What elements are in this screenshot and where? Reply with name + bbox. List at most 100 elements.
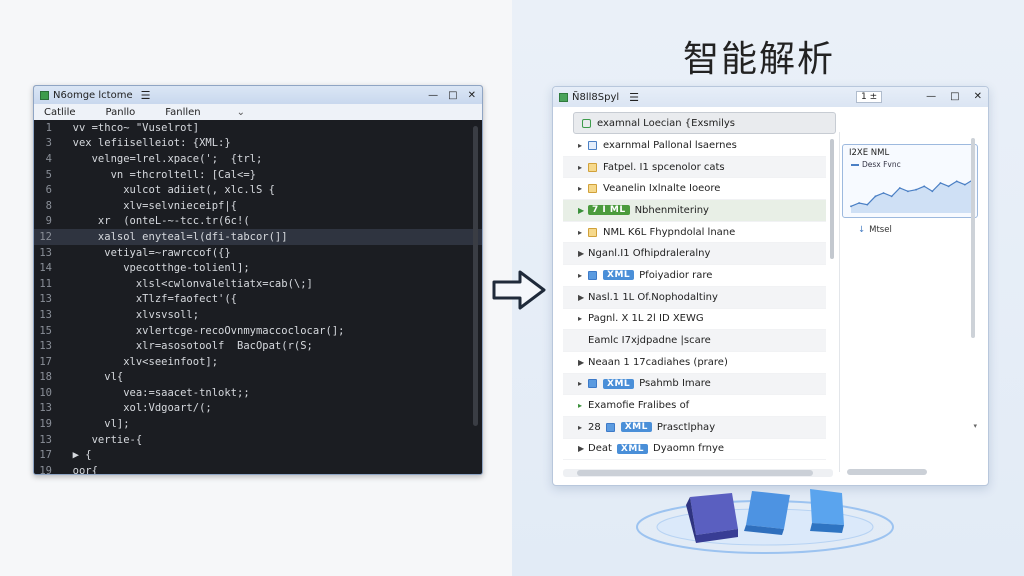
hamburger-menu-icon[interactable]: ☰ — [141, 89, 151, 102]
tree-row[interactable]: ▸ XML Pfoiyadior rare — [563, 265, 826, 287]
code-line[interactable]: 11 xlsl<cwlonvaleltiatx=cab(\;] — [34, 276, 482, 292]
code-line[interactable]: 19 vl]; — [34, 416, 482, 432]
menu-item[interactable]: Fanllen — [165, 107, 200, 118]
code-line[interactable]: 6 xulcot adiiet(, xlc.lS { — [34, 182, 482, 198]
chart-point — [915, 188, 917, 191]
expand-toggle-icon[interactable]: ▸ — [578, 228, 588, 237]
line-number: 10 — [39, 386, 52, 399]
chart-point — [931, 190, 934, 193]
code-text: xlvsvsoll; — [60, 308, 200, 321]
chart-footer: ↓ Mtsel — [858, 225, 892, 235]
code-line[interactable]: 17 ▶ { — [34, 447, 482, 463]
code-line[interactable]: 12 xalsol enyteal=l(dfi-tabcor(]] — [34, 229, 482, 245]
maximize-button[interactable]: □ — [448, 90, 457, 101]
code-line[interactable]: 5 vn =thcroltell: [Cal<=} — [34, 167, 482, 183]
tree-row[interactable]: ▶ 7 I ML Nbhenmiteriny — [563, 200, 826, 222]
chart-area-fill — [851, 179, 973, 213]
code-text: xvlertcge-recoOvnmymaccoclocar(]; — [60, 324, 345, 337]
pane-splitter[interactable] — [829, 137, 835, 467]
close-button[interactable]: ✕ — [974, 91, 982, 103]
chevron-down-icon[interactable]: ⌄ — [237, 107, 245, 118]
tree-row-label: Nbhenmiteriny — [634, 204, 709, 216]
code-line[interactable]: 18 vl{ — [34, 370, 482, 386]
line-number: 13 — [39, 293, 52, 306]
element-icon — [588, 379, 597, 389]
code-line[interactable]: 14 vpecotthge-tolienl]; — [34, 260, 482, 276]
tree-row-label: Psahmb Imare — [639, 378, 711, 390]
expand-toggle-icon[interactable]: ▸ — [578, 401, 588, 410]
minimize-button[interactable]: — — [428, 90, 438, 101]
tree-row[interactable]: ▸ Pagnl. X 1L 2l ID XEWG — [563, 309, 826, 331]
data-blocks-illustration — [636, 489, 894, 554]
code-line[interactable]: 8 xlv=selvnieceipf|{ — [34, 198, 482, 214]
expand-toggle-icon[interactable]: ▶ — [578, 293, 588, 302]
menu-item[interactable]: Panllo — [106, 107, 136, 118]
line-number: 13 — [39, 246, 52, 259]
horizontal-scrollbar[interactable] — [841, 469, 971, 477]
code-line[interactable]: 13 vertie-{ — [34, 432, 482, 448]
element-icon — [588, 270, 597, 280]
menu-item[interactable]: Catlile — [44, 107, 76, 118]
code-line[interactable]: 13 xol:Vdgoart/(; — [34, 401, 482, 417]
code-line[interactable]: 17 xlv<seeinfoot]; — [34, 354, 482, 370]
expand-toggle-icon[interactable]: ▶ — [578, 206, 588, 215]
tree-row[interactable]: ▸ Fatpel. I1 spcenolor cats — [563, 156, 826, 179]
line-number: 4 — [45, 152, 52, 165]
expand-toggle-icon[interactable]: ▸ — [578, 141, 588, 150]
tree-row[interactable]: ▶ Nganl.I1 Ofhipdraleralny — [563, 243, 826, 266]
code-text: oor{ — [60, 464, 98, 475]
minimize-button[interactable]: — — [926, 91, 936, 103]
code-line[interactable]: 15 xvlertcge-recoOvnmymaccoclocar(]; — [34, 323, 482, 339]
code-line[interactable]: 19 oor{ — [34, 463, 482, 475]
tree-row[interactable]: ▸ NML K6L Fhypndolal lnane — [563, 222, 826, 244]
tree-row[interactable]: ▸ Examofie Fralibes of — [563, 395, 826, 417]
horizontal-scrollbar[interactable] — [563, 469, 833, 477]
expand-toggle-icon[interactable]: ▸ — [578, 271, 588, 280]
chart-point — [850, 205, 852, 208]
code-line[interactable]: 13 xlr=asosotoolf BacOpat(r(S; — [34, 338, 482, 354]
expand-toggle-icon[interactable]: ▶ — [578, 444, 588, 453]
tree-row[interactable]: ▸ 28 XML Prasctlphay — [563, 416, 826, 439]
code-line[interactable]: 10 vea:=saacet-tnlokt;; — [34, 385, 482, 401]
tree-row[interactable]: ▶ Neaan 1 17cadiahes (prare) — [563, 352, 826, 374]
viewer-titlebar: Ñ8ll8Spyl ☰ 1 ± — □ ✕ — [553, 87, 988, 107]
hamburger-menu-icon[interactable]: ☰ — [629, 91, 639, 104]
expand-toggle-icon[interactable]: ▸ — [578, 314, 588, 323]
tree-row[interactable]: ▸ XML Psahmb Imare — [563, 373, 826, 396]
expand-toggle-icon[interactable]: ▸ — [578, 379, 588, 388]
zoom-control[interactable]: 1 ± — [856, 91, 883, 103]
close-button[interactable]: ✕ — [468, 90, 476, 101]
chart-point — [890, 195, 893, 198]
code-line[interactable]: 13 xlvsvsoll; — [34, 307, 482, 323]
tree-row[interactable]: ▶ Nasl.1 1L Of.Nophodaltiny — [563, 286, 826, 309]
expand-toggle-icon[interactable]: ▸ — [578, 423, 588, 432]
viewer-title: Ñ8ll8Spyl — [572, 91, 620, 103]
tree-root-node[interactable]: examnal Loecian {Exsmilys — [573, 112, 836, 134]
tree-row[interactable]: ▶ Deat XML Dyaomn frnye — [563, 439, 826, 461]
code-line[interactable]: 4 velnge=lrel.xpace('; {trl; — [34, 151, 482, 167]
vertical-scrollbar[interactable] — [473, 126, 478, 426]
code-line[interactable]: 1 vv =thco~ "Vuselrot] — [34, 120, 482, 136]
code-line[interactable]: 9 xr (onteL-~-tcc.tr(6c!( — [34, 214, 482, 230]
tree-row[interactable]: Eamlc I7xjdpadne |scare — [563, 330, 826, 352]
folder-icon — [588, 162, 597, 172]
scroll-down-arrow-icon[interactable]: ▾ — [973, 422, 977, 430]
line-number: 13 — [39, 402, 52, 415]
expand-toggle-icon[interactable]: ▶ — [578, 358, 588, 367]
maximize-button[interactable]: □ — [950, 91, 959, 103]
expand-toggle-icon[interactable]: ▸ — [578, 163, 588, 172]
tree-row[interactable]: ▸ exarnmal Pallonal lsaernes — [563, 135, 826, 157]
chart-card[interactable]: I2XE NML Desx Fvnc — [842, 144, 978, 218]
code-text: vertie-{ — [60, 433, 143, 446]
expand-toggle-icon[interactable]: ▸ — [578, 184, 588, 193]
vertical-scrollbar[interactable] — [971, 138, 975, 338]
code-line[interactable]: 13 xTlzf=faofect'({ — [34, 292, 482, 308]
code-line[interactable]: 13 vetiyal=~rawrccof({} — [34, 245, 482, 261]
code-text: xlv=selvnieceipf|{ — [60, 199, 238, 212]
tree-row[interactable]: ▸ Veanelin Ixlnalte Ioeore — [563, 178, 826, 201]
line-number: 9 — [45, 215, 52, 228]
code-line[interactable]: 3 vex lefiiselleiot: {XML:} — [34, 136, 482, 152]
code-area[interactable]: 1 vv =thco~ "Vuselrot] 3 vex lefiiselleio… — [34, 120, 482, 474]
expand-toggle-icon[interactable]: ▶ — [578, 249, 588, 258]
root-node-label: examnal Loecian {Exsmilys — [597, 117, 736, 129]
